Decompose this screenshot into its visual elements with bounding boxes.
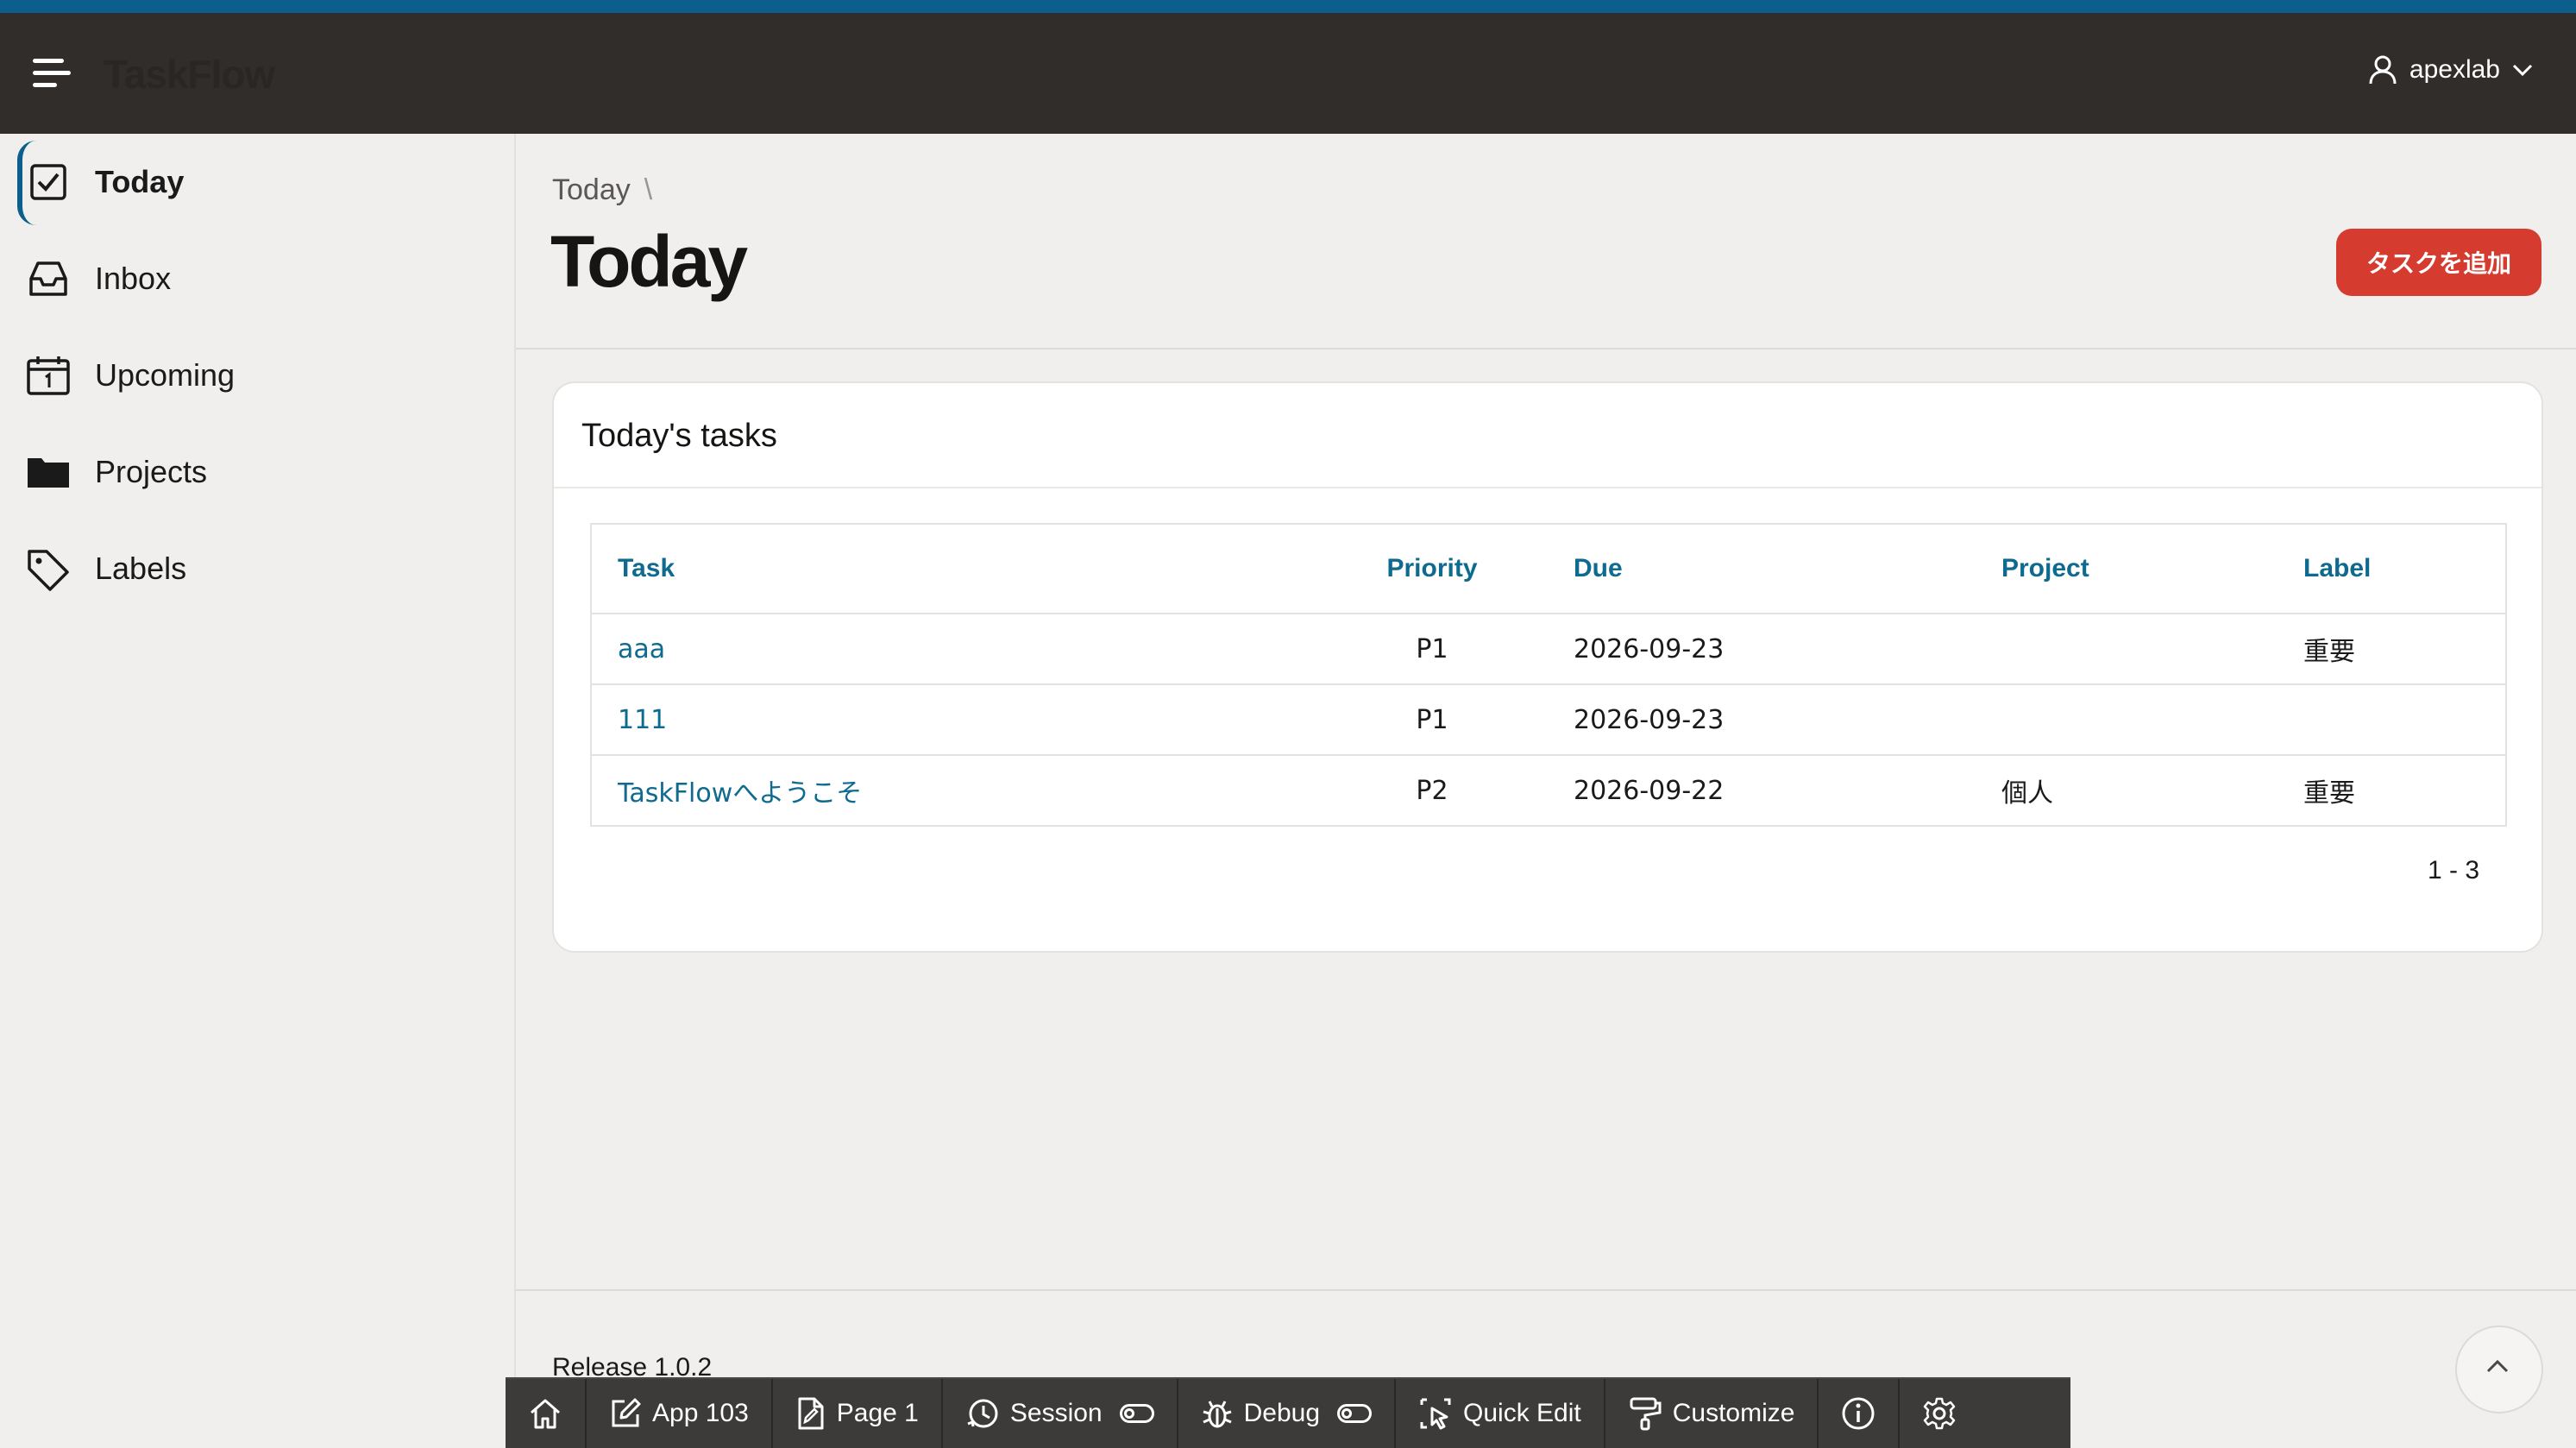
devbar-session-button[interactable]: Session [943, 1379, 1178, 1448]
folder-icon [28, 458, 69, 488]
devbar-quick-edit-button[interactable]: Quick Edit [1396, 1379, 1605, 1448]
bug-icon [1203, 1401, 1232, 1428]
label-cell: 重要 [2278, 755, 2506, 827]
sidebar-item-today[interactable]: Today [0, 134, 514, 230]
home-icon [531, 1399, 560, 1429]
devbar-info-button[interactable] [1819, 1379, 1901, 1448]
tag-icon [28, 550, 69, 591]
due-cell: 2026-09-23 [1548, 684, 1976, 756]
add-task-button[interactable]: タスクを追加 [2336, 229, 2541, 296]
app-header: TaskFlow apexlab [0, 13, 2576, 134]
chevron-up-icon [2486, 1359, 2509, 1373]
checkbox-icon [30, 164, 66, 200]
footer-divider [516, 1289, 2576, 1291]
devbar-app-label: App 103 [652, 1399, 749, 1427]
devbar-debug-button[interactable]: Debug [1178, 1379, 1397, 1448]
sidebar-nav: Today Inbox Upcoming Projects Labels [0, 134, 516, 1446]
tasks-table: Task Priority Due Project Label aaa P1 2… [590, 523, 2507, 827]
quick-edit-cursor-icon [1420, 1398, 1451, 1430]
priority-cell: P1 [1316, 614, 1548, 685]
page-edit-icon [798, 1397, 824, 1430]
table-header-row: Task Priority Due Project Label [591, 524, 2506, 614]
due-cell: 2026-09-22 [1548, 755, 1976, 827]
task-link[interactable]: aaa [618, 634, 665, 664]
devbar-home-button[interactable] [506, 1379, 587, 1448]
user-icon [2369, 55, 2397, 85]
column-header-project[interactable]: Project [1976, 524, 2278, 614]
devbar-customize-button[interactable]: Customize [1605, 1379, 1819, 1448]
sidebar-item-label: Inbox [95, 261, 172, 296]
label-cell: 重要 [2278, 614, 2506, 685]
page-header: Today \ Today タスクを追加 [516, 134, 2576, 349]
pagination-range: 1 - 3 [2427, 856, 2479, 885]
gear-icon [1924, 1397, 1956, 1430]
column-header-label[interactable]: Label [2278, 524, 2506, 614]
project-cell: 個人 [1976, 755, 2278, 827]
user-name: apexlab [2409, 55, 2500, 84]
task-link[interactable]: TaskFlowへようこそ [618, 778, 862, 809]
tasks-report-region: Today's tasks Task Priority Due Project … [552, 381, 2543, 953]
app-title[interactable]: TaskFlow [104, 51, 275, 98]
info-icon [1842, 1397, 1875, 1430]
devbar-app-button[interactable]: App 103 [587, 1379, 773, 1448]
sidebar-item-inbox[interactable]: Inbox [0, 230, 514, 327]
breadcrumb-item[interactable]: Today [552, 173, 631, 206]
table-row: TaskFlowへようこそ P2 2026-09-22 個人 重要 [591, 755, 2506, 827]
sidebar-item-label: Labels [95, 551, 187, 586]
chevron-down-icon [2512, 64, 2533, 77]
devbar-debug-label: Debug [1243, 1399, 1321, 1427]
project-cell [1976, 614, 2278, 685]
priority-cell: P2 [1316, 755, 1548, 827]
column-header-due[interactable]: Due [1548, 524, 1976, 614]
debug-toggle[interactable] [1337, 1404, 1373, 1423]
column-header-task[interactable]: Task [591, 524, 1316, 614]
sidebar-item-label: Upcoming [95, 357, 236, 393]
breadcrumb-separator: \ [644, 173, 653, 206]
paint-roller-icon [1630, 1397, 1662, 1431]
scroll-to-top-button[interactable] [2455, 1325, 2543, 1413]
inbox-icon [29, 261, 67, 296]
devbar-page-label: Page 1 [836, 1399, 919, 1427]
sidebar-item-label: Projects [95, 454, 208, 489]
brand-strip [0, 0, 2576, 13]
table-row: 111 P1 2026-09-23 [591, 684, 2506, 756]
session-clock-icon [967, 1399, 998, 1428]
breadcrumb: Today \ [552, 173, 652, 207]
sidebar-item-label: Today [95, 164, 185, 199]
user-menu[interactable]: apexlab [2368, 54, 2533, 85]
developer-toolbar: App 103 Page 1 Session Debug Quick Edit [506, 1377, 2070, 1448]
sidebar-item-labels[interactable]: Labels [0, 520, 514, 617]
devbar-session-label: Session [1009, 1399, 1103, 1427]
devbar-quick-edit-label: Quick Edit [1463, 1399, 1581, 1427]
hamburger-menu-icon[interactable] [33, 59, 71, 88]
devbar-page-button[interactable]: Page 1 [773, 1379, 943, 1448]
due-cell: 2026-09-23 [1548, 614, 1976, 685]
priority-cell: P1 [1316, 684, 1548, 756]
calendar-icon [27, 356, 70, 395]
sidebar-item-upcoming[interactable]: Upcoming [0, 327, 514, 424]
edit-icon [612, 1398, 641, 1427]
label-cell [2278, 684, 2506, 756]
column-header-priority[interactable]: Priority [1316, 524, 1548, 614]
task-link[interactable]: 111 [618, 705, 667, 735]
table-row: aaa P1 2026-09-23 重要 [591, 614, 2506, 685]
devbar-customize-label: Customize [1672, 1399, 1795, 1427]
region-divider [554, 487, 2541, 488]
region-title: Today's tasks [581, 418, 777, 454]
session-toggle[interactable] [1119, 1404, 1154, 1423]
sidebar-item-projects[interactable]: Projects [0, 424, 514, 520]
page-title: Today [550, 221, 748, 302]
devbar-settings-button[interactable] [1900, 1379, 1979, 1448]
project-cell [1976, 684, 2278, 756]
